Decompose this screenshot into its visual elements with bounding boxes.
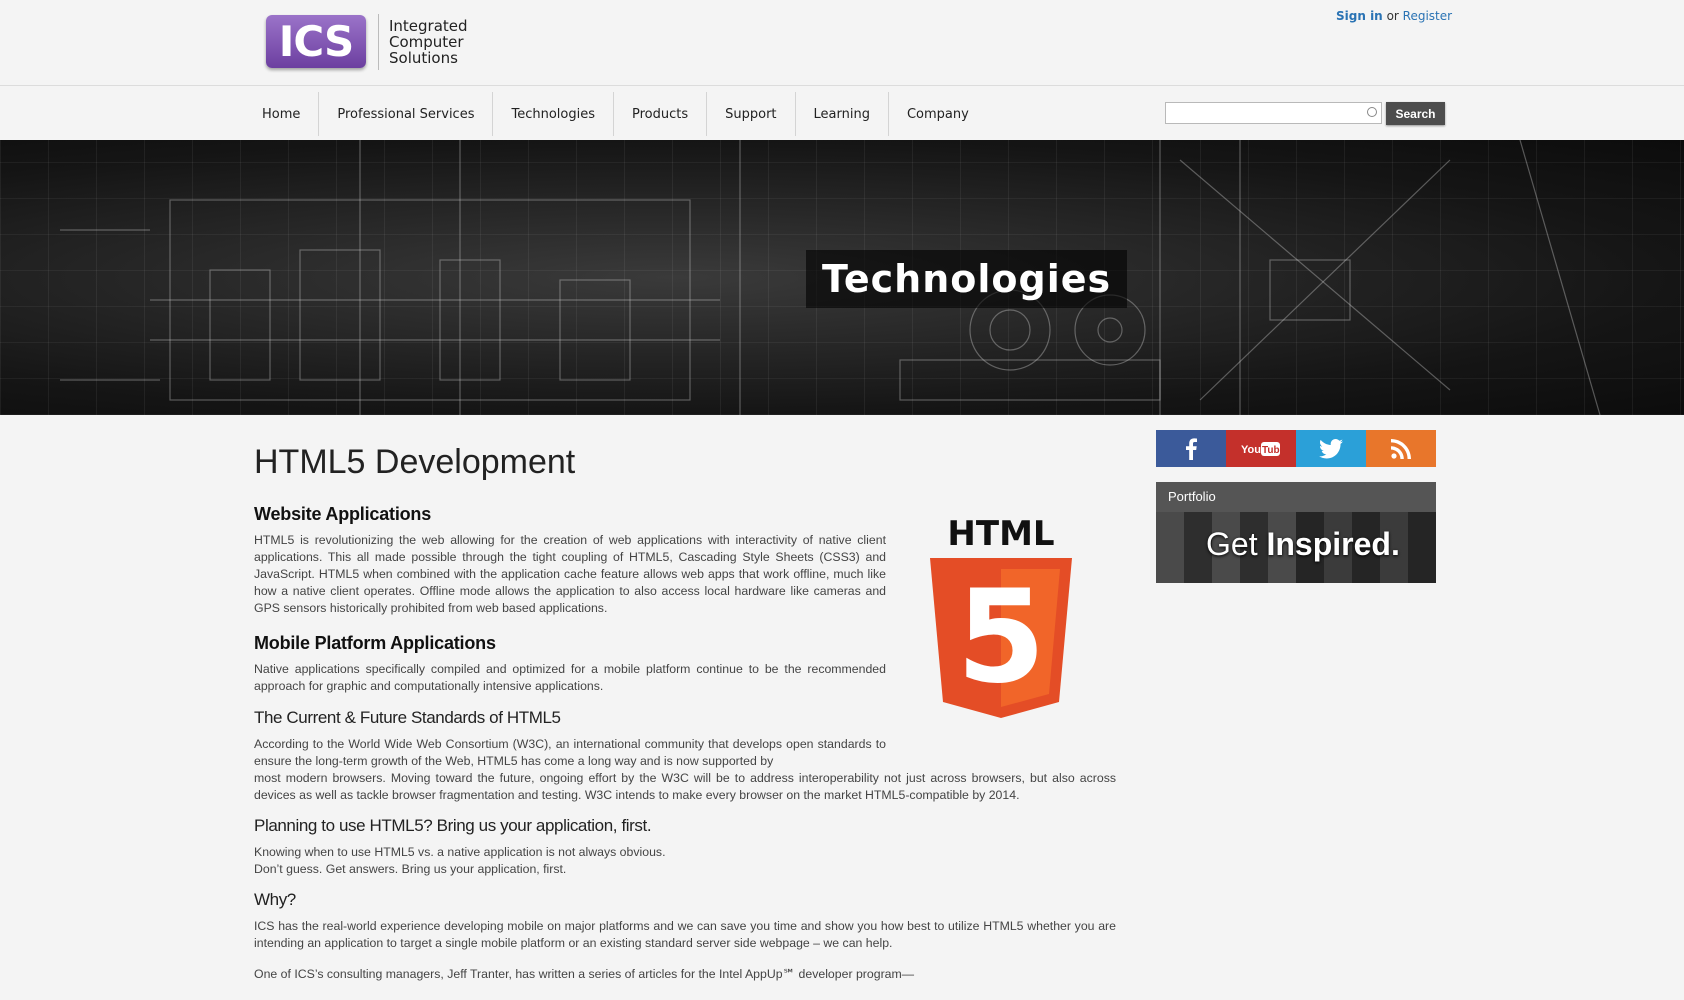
section-heading-website-applications: Website Applications	[254, 504, 432, 524]
facebook-link[interactable]	[1156, 430, 1226, 467]
youtube-link[interactable]: You Tube	[1226, 430, 1296, 467]
nav-item-learning[interactable]: Learning	[796, 92, 889, 136]
nav-item-support[interactable]: Support	[707, 92, 796, 136]
section-body-website-applications: HTML5 is revolutionizing the web allowin…	[254, 533, 886, 615]
footer-intro-text: One of ICS’s consulting managers, Jeff T…	[254, 967, 915, 981]
nav-item-professional-services[interactable]: Professional Services	[319, 92, 494, 136]
social-links: You Tube	[1156, 430, 1436, 467]
portfolio-label: Portfolio	[1156, 482, 1436, 512]
hero-banner: Technologies	[0, 140, 1684, 415]
nav-item-company[interactable]: Company	[889, 92, 987, 136]
section-heading-why: Why?	[254, 890, 296, 909]
auth-or: or	[1386, 9, 1399, 23]
svg-text:You: You	[1241, 444, 1261, 456]
html5-logo: HTML 5	[930, 515, 1072, 718]
section-body-standards-1: According to the World Wide Web Consorti…	[254, 737, 886, 768]
portfolio-banner-image[interactable]: Get Inspired.	[1156, 512, 1436, 583]
section-heading-standards: The Current & Future Standards of HTML5	[254, 708, 561, 727]
portfolio-widget[interactable]: Portfolio Get Inspired.	[1156, 482, 1436, 583]
nav-menu: Home Professional Services Technologies …	[244, 92, 987, 136]
sign-in-link[interactable]: Sign in	[1336, 9, 1383, 23]
ics-logo[interactable]: ICS	[266, 15, 366, 68]
svg-text:Tube: Tube	[1262, 445, 1281, 456]
nav-item-technologies[interactable]: Technologies	[493, 92, 614, 136]
search-button[interactable]: Search	[1386, 102, 1445, 125]
facebook-icon	[1186, 437, 1197, 460]
search-clear-icon[interactable]	[1367, 107, 1377, 117]
section-body-standards-2: most modern browsers. Moving toward the …	[254, 771, 1116, 802]
html5-logo-text: HTML	[947, 515, 1054, 554]
logo-wordmark[interactable]: Integrated Computer Solutions	[389, 18, 468, 66]
main-nav: Home Professional Services Technologies …	[0, 86, 1684, 140]
section-body-mobile-platform: Native applications specifically compile…	[254, 662, 886, 693]
section-body-planning-1: Knowing when to use HTML5 vs. a native a…	[254, 845, 666, 859]
logo-line: Computer	[389, 33, 464, 51]
twitter-link[interactable]	[1296, 430, 1366, 467]
section-heading-mobile-platform: Mobile Platform Applications	[254, 633, 496, 653]
section-body-planning-2: Don’t guess. Get answers. Bring us your …	[254, 862, 567, 876]
rss-icon	[1391, 438, 1411, 459]
twitter-icon	[1319, 438, 1343, 458]
logo-line: Solutions	[389, 49, 458, 67]
rss-link[interactable]	[1366, 430, 1436, 467]
page-title: HTML5 Development	[254, 443, 576, 481]
search-input[interactable]	[1166, 104, 1364, 124]
search-box	[1165, 102, 1382, 124]
site-header: ICS Integrated Computer Solutions Sign i…	[0, 0, 1684, 86]
portfolio-tagline-light: Get	[1206, 526, 1258, 562]
portfolio-tagline: Get Inspired.	[1206, 526, 1400, 563]
html5-logo-number: 5	[956, 563, 1045, 712]
auth-links: Sign in or Register	[1336, 9, 1452, 23]
logo-line: Integrated	[389, 17, 468, 35]
logo-divider	[378, 14, 379, 70]
nav-item-home[interactable]: Home	[244, 92, 320, 136]
register-link[interactable]: Register	[1403, 9, 1452, 23]
youtube-icon: You Tube	[1241, 441, 1281, 456]
nav-item-products[interactable]: Products	[614, 92, 708, 136]
section-body-why: ICS has the real-world experience develo…	[254, 919, 1116, 950]
banner-title: Technologies	[806, 250, 1128, 308]
section-heading-planning: Planning to use HTML5? Bring us your app…	[254, 816, 652, 835]
portfolio-tagline-bold: Inspired.	[1266, 526, 1400, 562]
